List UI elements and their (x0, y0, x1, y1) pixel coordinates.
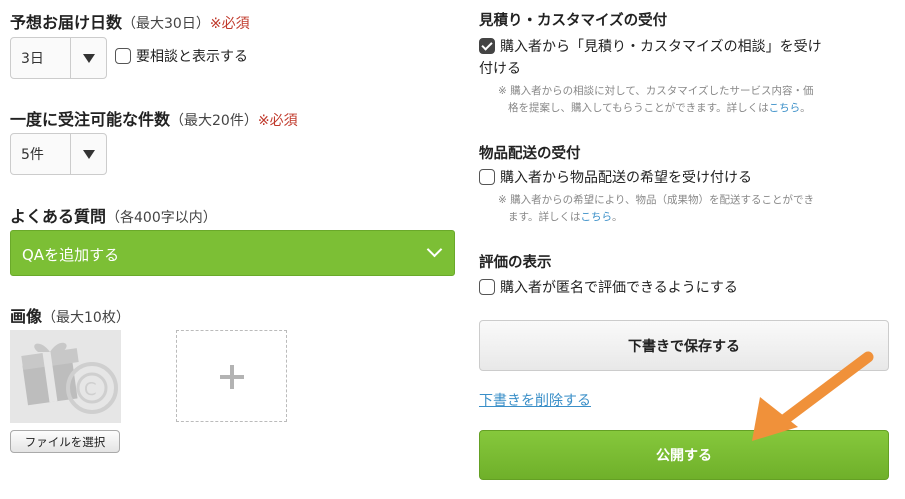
chevron-down-icon (426, 241, 443, 258)
images-limit: （最大10枚） (42, 310, 130, 326)
delivery-days-title: 予想お届け日数 (10, 13, 123, 32)
plus-icon (220, 365, 244, 389)
delivery-days-heading: 予想お届け日数（最大30日）※必須 (10, 9, 250, 33)
delivery-days-select[interactable]: 3日 (10, 37, 107, 79)
shipping-checkbox[interactable] (479, 169, 495, 185)
annotation-arrow-icon (752, 351, 874, 441)
estimate-note-line2: 格を提案し、購入してもらうことができます。詳しくは (508, 102, 769, 114)
orders-capacity-select[interactable]: 5件 (10, 133, 107, 175)
estimate-note-line1: ※ 購入者からの相談に対して、カスタマイズしたサービス内容・価 (498, 85, 814, 97)
shipping-note-line2: ます。詳しくは (508, 211, 581, 223)
faq-limit: （各400字以内） (106, 210, 217, 226)
consult-label: 要相談と表示する (136, 49, 248, 65)
images-title: 画像 (10, 307, 43, 326)
faq-add-button[interactable]: QAを追加する (10, 230, 455, 276)
shipping-note-end: 。 (611, 211, 623, 223)
rating-heading: 評価の表示 (479, 255, 552, 271)
orders-capacity-heading: 一度に受注可能な件数（最大20件）※必須 (10, 106, 298, 130)
shipping-heading: 物品配送の受付 (479, 146, 581, 162)
add-image-button[interactable] (176, 330, 287, 422)
image-thumbnail: C (10, 330, 121, 423)
delivery-days-limit: （最大30日） (122, 16, 210, 32)
dropdown-arrow-icon (70, 134, 106, 174)
shipping-details-link[interactable]: こちら (580, 211, 612, 223)
shipping-note: ※ 購入者からの希望により、物品（成果物）を配送することができ ます。詳しくはこ… (498, 192, 888, 226)
shipping-label: 購入者から物品配送の希望を受け付ける (500, 170, 752, 186)
delete-draft-link[interactable]: 下書きを削除する (479, 390, 591, 410)
required-mark: ※必須 (257, 113, 298, 129)
orders-capacity-limit: （最大20件） (170, 113, 258, 129)
rating-checkbox[interactable] (479, 279, 495, 295)
estimate-details-link[interactable]: こちら (769, 102, 801, 114)
estimate-label-line2: 付ける (479, 61, 521, 77)
estimate-note-end: 。 (800, 102, 811, 114)
orders-capacity-title: 一度に受注可能な件数 (10, 110, 171, 129)
required-mark: ※必須 (209, 16, 250, 32)
delivery-days-value: 3日 (21, 51, 44, 67)
estimate-label-line1: 購入者から「見積り・カスタマイズの相談」を受け (500, 39, 822, 55)
faq-heading: よくある質問（各400字以内） (10, 203, 217, 227)
consult-checkbox[interactable] (115, 48, 131, 64)
rating-label: 購入者が匿名で評価できるようにする (500, 280, 738, 296)
choose-file-button[interactable]: ファイルを選択 (10, 430, 120, 453)
orders-capacity-value: 5件 (21, 147, 44, 163)
shipping-note-line1: ※ 購入者からの希望により、物品（成果物）を配送することができ (498, 194, 815, 206)
gift-placeholder-icon: C (21, 342, 118, 414)
estimate-checkbox[interactable] (479, 38, 495, 54)
dropdown-arrow-icon (70, 38, 106, 78)
estimate-note: ※ 購入者からの相談に対して、カスタマイズしたサービス内容・価 格を提案し、購入… (498, 83, 888, 117)
faq-title: よくある質問 (10, 207, 107, 226)
estimate-heading: 見積り・カスタマイズの受付 (479, 13, 668, 29)
faq-add-label: QAを追加する (22, 246, 120, 264)
svg-text:C: C (84, 379, 97, 400)
images-heading: 画像（最大10枚） (10, 303, 130, 327)
